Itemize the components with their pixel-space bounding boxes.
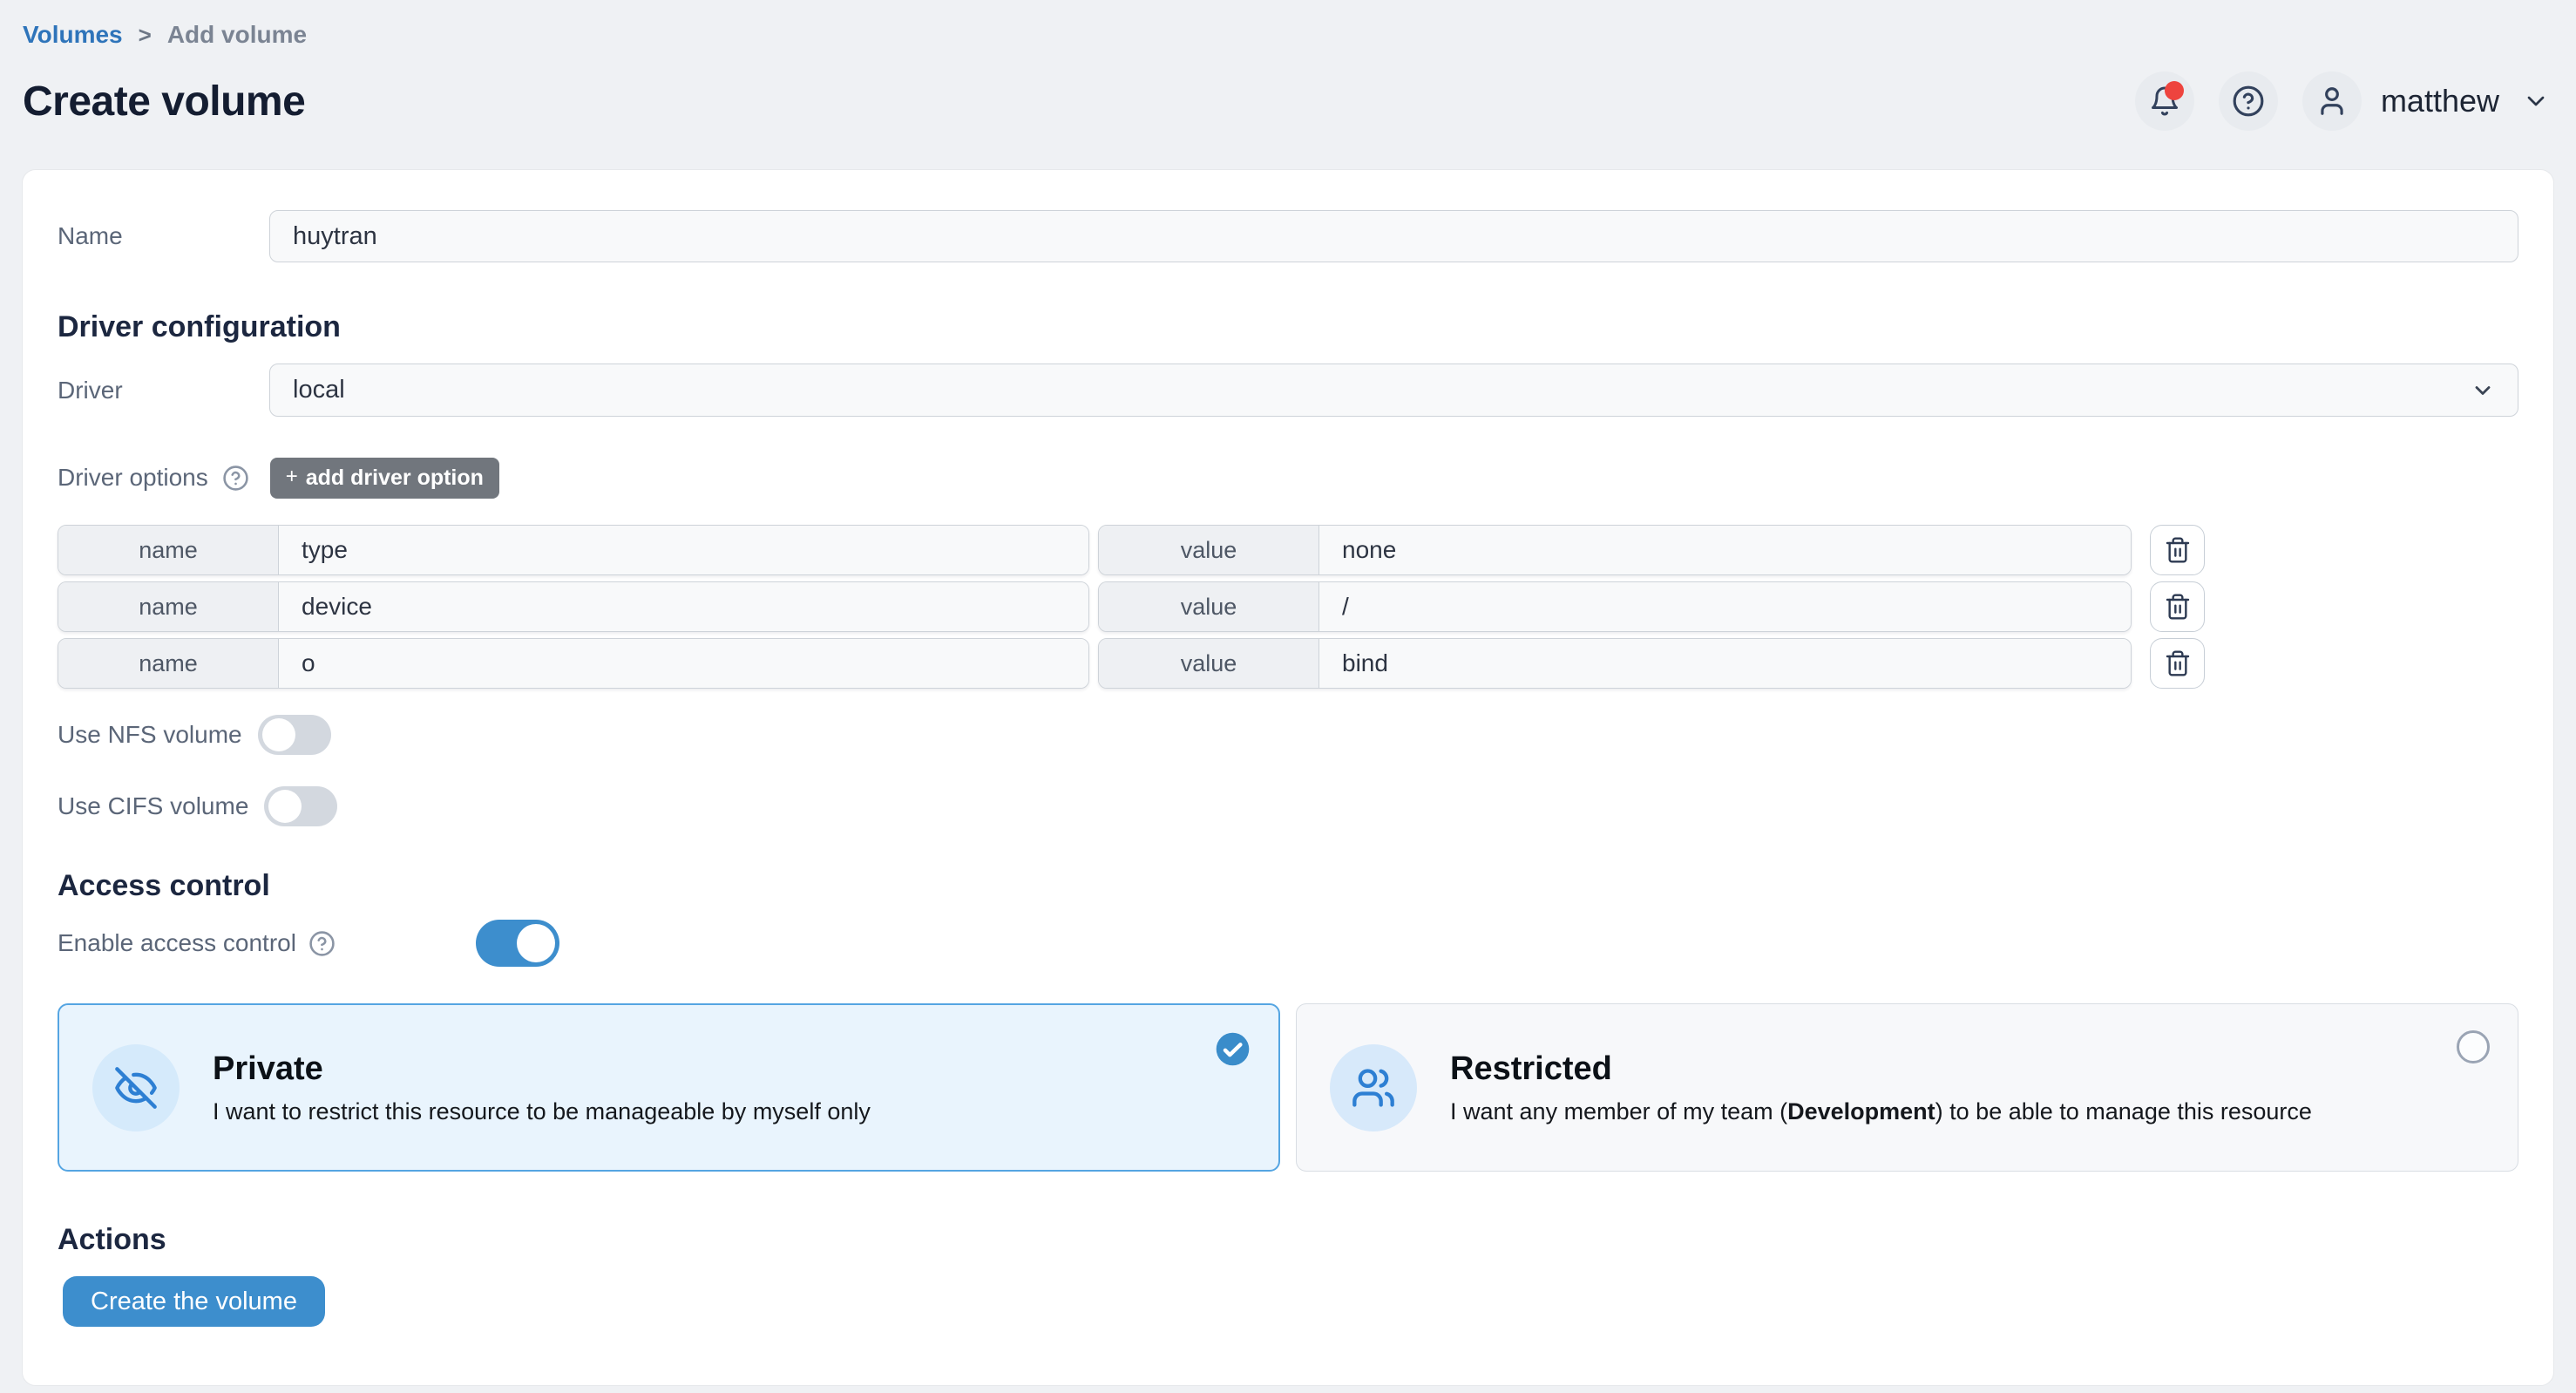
ownership-option-private[interactable]: Private I want to restrict this resource… [58, 1003, 1280, 1172]
enable-access-label-group: Enable access control [58, 929, 476, 957]
breadcrumb-volumes-link[interactable]: Volumes [23, 21, 123, 49]
add-driver-option-button[interactable]: + add driver option [270, 458, 499, 499]
driver-options-label: Driver options [58, 464, 208, 492]
value-addon: value [1099, 582, 1319, 631]
delete-option-button[interactable] [2150, 525, 2205, 575]
create-volume-form-card: Name Driver configuration Driver local D… [22, 169, 2554, 1386]
option-value-group: value [1098, 525, 2132, 575]
name-addon: name [58, 582, 279, 631]
page-header: Create volume [23, 71, 2550, 131]
option-name-group: name [58, 638, 1089, 689]
private-title: Private [213, 1050, 871, 1088]
option-value-group: value [1098, 638, 2132, 689]
option-value-input[interactable] [1319, 526, 2131, 574]
cifs-toggle-row: Use CIFS volume [58, 786, 2518, 826]
team-icon [1351, 1065, 1396, 1111]
access-control-heading: Access control [58, 868, 2518, 903]
trash-icon [2164, 593, 2192, 621]
toggle-knob [268, 790, 302, 823]
option-name-input[interactable] [279, 639, 1088, 688]
access-ownership-options: Private I want to restrict this resource… [58, 1003, 2518, 1172]
enable-access-label: Enable access control [58, 929, 296, 957]
driver-row: Driver local [58, 364, 2518, 417]
question-circle-icon [308, 930, 336, 957]
value-addon: value [1099, 639, 1319, 688]
driver-select-value: local [293, 376, 345, 404]
driver-option-row: name value [58, 525, 2518, 575]
option-name-input[interactable] [279, 582, 1088, 631]
nfs-toggle[interactable] [258, 715, 331, 755]
option-value-input[interactable] [1319, 582, 2131, 631]
restricted-title: Restricted [1450, 1050, 2312, 1088]
delete-option-button[interactable] [2150, 581, 2205, 632]
user-icon [2315, 85, 2349, 118]
header-actions: matthew [2111, 71, 2550, 131]
option-name-group: name [58, 525, 1089, 575]
cifs-label: Use CIFS volume [58, 792, 248, 820]
ownership-option-text: Restricted I want any member of my team … [1450, 1050, 2425, 1125]
trash-icon [2164, 536, 2192, 564]
team-name: Development [1787, 1098, 1935, 1125]
restricted-description: I want any member of my team (Developmen… [1450, 1098, 2312, 1125]
value-addon: value [1099, 526, 1319, 574]
check-circle-icon [1215, 1031, 1251, 1067]
notification-dot [2165, 81, 2184, 100]
option-name-group: name [58, 581, 1089, 632]
restricted-description-prefix: I want any member of my team ( [1450, 1098, 1787, 1125]
trash-icon [2164, 649, 2192, 677]
chevron-down-icon[interactable] [2522, 87, 2550, 115]
username[interactable]: matthew [2381, 83, 2499, 119]
top-bar: Volumes > Add volume Create volume [0, 0, 2576, 131]
question-circle-icon [222, 465, 249, 492]
option-value-input[interactable] [1319, 639, 2131, 688]
enable-access-toggle[interactable] [476, 920, 559, 967]
eye-off-icon [113, 1065, 159, 1111]
chevron-down-icon [2471, 378, 2495, 403]
driver-label: Driver [58, 377, 269, 404]
name-input[interactable] [269, 210, 2518, 262]
private-description: I want to restrict this resource to be m… [213, 1098, 871, 1125]
user-avatar[interactable] [2302, 71, 2362, 131]
name-addon: name [58, 639, 279, 688]
help-circle-icon [2232, 85, 2265, 118]
name-addon: name [58, 526, 279, 574]
radio-unchecked-icon [2457, 1030, 2490, 1063]
breadcrumb-current: Add volume [167, 21, 307, 49]
notifications-button[interactable] [2135, 71, 2194, 131]
toggle-knob [517, 924, 555, 962]
breadcrumb: Volumes > Add volume [23, 21, 2550, 49]
restricted-description-suffix: ) to be able to manage this resource [1935, 1098, 2312, 1125]
option-value-group: value [1098, 581, 2132, 632]
page-title: Create volume [23, 78, 305, 126]
option-name-input[interactable] [279, 526, 1088, 574]
delete-option-button[interactable] [2150, 638, 2205, 689]
actions-heading: Actions [58, 1222, 2518, 1257]
nfs-label: Use NFS volume [58, 721, 242, 749]
name-label: Name [58, 222, 269, 250]
add-driver-option-label: add driver option [306, 465, 484, 491]
cifs-toggle[interactable] [264, 786, 337, 826]
nfs-toggle-row: Use NFS volume [58, 715, 2518, 755]
plus-icon: + [286, 465, 298, 489]
driver-configuration-heading: Driver configuration [58, 309, 2518, 344]
help-button[interactable] [2219, 71, 2278, 131]
driver-options-header: Driver options + add driver option [58, 459, 2518, 497]
enable-access-row: Enable access control [58, 920, 2518, 967]
breadcrumb-separator: > [139, 22, 152, 49]
name-row: Name [58, 210, 2518, 262]
toggle-knob [262, 718, 295, 751]
ownership-option-restricted[interactable]: Restricted I want any member of my team … [1296, 1003, 2518, 1172]
driver-option-row: name value [58, 581, 2518, 632]
driver-option-row: name value [58, 638, 2518, 689]
driver-select[interactable]: local [269, 364, 2518, 417]
icon-circle [92, 1044, 180, 1131]
ownership-option-text: Private I want to restrict this resource… [213, 1050, 984, 1125]
icon-circle [1330, 1044, 1417, 1131]
create-volume-button[interactable]: Create the volume [63, 1276, 325, 1327]
